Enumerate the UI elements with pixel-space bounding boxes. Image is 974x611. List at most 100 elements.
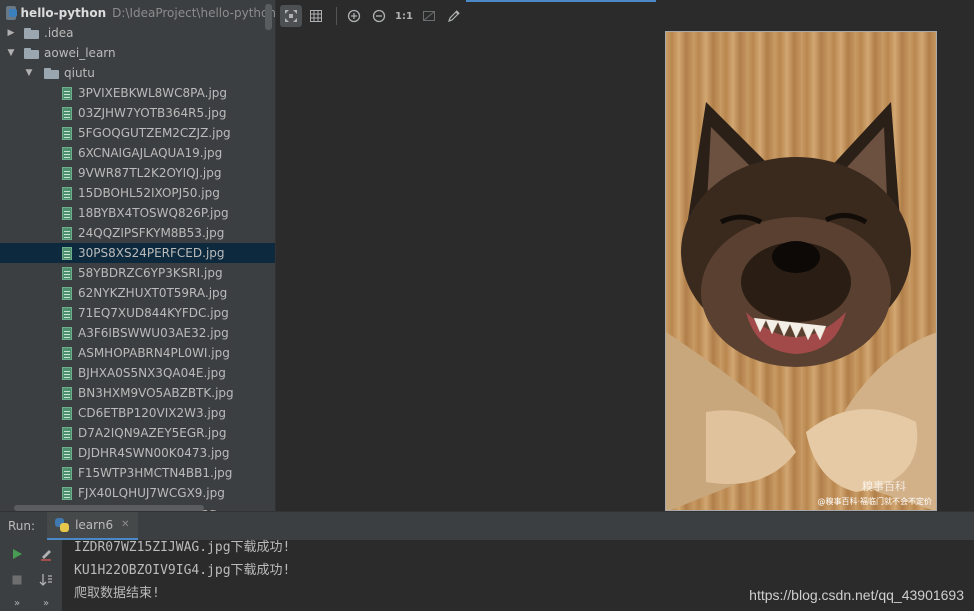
file-tree-item[interactable]: 6XCNAIGAJLAQUA19.jpg [0, 143, 275, 163]
clear-output-button[interactable] [36, 544, 56, 564]
chevron-right-icon[interactable]: ▶ [6, 28, 16, 38]
background-button[interactable] [418, 5, 440, 27]
more-actions-icon[interactable]: » [7, 593, 27, 611]
sort-down-icon [39, 574, 52, 586]
image-file-icon [62, 126, 72, 140]
file-tree-item[interactable]: 3PVIXEBKWL8WC8PA.jpg [0, 83, 275, 103]
project-path: D:\IdeaProject\hello-python [112, 6, 276, 20]
image-file-icon [62, 386, 72, 400]
tree-folder-idea[interactable]: ▶ .idea [0, 23, 275, 43]
folder-icon [24, 27, 39, 39]
project-icon [6, 6, 17, 20]
console-line: IZDR07WZ15ZIJWAG.jpg下载成功! [74, 540, 291, 555]
file-label: 71EQ7XUD844KYFDC.jpg [78, 306, 229, 320]
tree-folder-aowei-learn[interactable]: ▼ aowei_learn [0, 43, 275, 63]
file-label: DJDHR4SWN00K0473.jpg [78, 446, 230, 460]
file-label: 03ZJHW7YOTB364R5.jpg [78, 106, 227, 120]
image-file-icon [62, 446, 72, 460]
image-file-icon [62, 486, 72, 500]
zoom-in-icon [347, 9, 361, 23]
file-label: BJHXA0S5NX3QA04E.jpg [78, 366, 226, 380]
image-file-icon [62, 406, 72, 420]
grid-button[interactable] [305, 5, 327, 27]
file-label: F15WTP3HMCTN4BB1.jpg [78, 466, 233, 480]
vertical-scrollbar[interactable] [265, 4, 272, 30]
console-line: KU1H22OBZOIV9IG4.jpg下载成功! [74, 563, 291, 578]
file-tree-item[interactable]: 9VWR87TL2K2OYIQJ.jpg [0, 163, 275, 183]
file-tree-item[interactable]: ASMHOPABRN4PL0WI.jpg [0, 343, 275, 363]
folder-icon [24, 47, 39, 59]
eyedropper-icon [448, 10, 460, 22]
zoom-out-button[interactable] [368, 5, 390, 27]
project-name: hello-python [20, 6, 107, 20]
file-tree-item[interactable]: 30PS8XS24PERFCED.jpg [0, 243, 275, 263]
chevron-down-icon[interactable]: ▼ [24, 68, 34, 78]
file-tree-item[interactable]: D7A2IQN9AZEY5EGR.jpg [0, 423, 275, 443]
image-file-icon [62, 166, 72, 180]
file-tree-item[interactable]: CD6ETBP120VIX2W3.jpg [0, 403, 275, 423]
image-file-icon [62, 206, 72, 220]
image-file-icon [62, 226, 72, 240]
file-label: 18BYBX4TOSWQ826P.jpg [78, 206, 229, 220]
pencil-icon [41, 550, 51, 561]
image-viewer: 1:1 糗事百科 @糗事百科·福临门就不会不定价 [276, 0, 974, 511]
image-file-icon [62, 346, 72, 360]
file-label: D7A2IQN9AZEY5EGR.jpg [78, 426, 227, 440]
file-tree-item[interactable]: 03ZJHW7YOTB364R5.jpg [0, 103, 275, 123]
file-tree-item[interactable]: FJX40LQHUJ7WCGX9.jpg [0, 483, 275, 503]
file-tree-item[interactable]: BN3HXM9VO5ABZBTK.jpg [0, 383, 275, 403]
file-label: CD6ETBP120VIX2W3.jpg [78, 406, 227, 420]
image-file-icon [62, 326, 72, 340]
file-tree-item[interactable]: 18BYBX4TOSWQ826P.jpg [0, 203, 275, 223]
image-file-icon [62, 106, 72, 120]
stop-icon [12, 575, 22, 585]
file-label: 58YBDRZC6YP3KSRI.jpg [78, 266, 223, 280]
file-tree-item[interactable]: A3F6IBSWWU03AE32.jpg [0, 323, 275, 343]
close-icon[interactable]: ✕ [121, 519, 129, 530]
dog-image [666, 102, 936, 510]
stop-button[interactable] [7, 570, 27, 590]
run-tab-label: learn6 [75, 517, 114, 532]
scroll-to-end-button[interactable] [36, 570, 56, 590]
file-tree-item[interactable]: 15DBOHL52IXOPJ50.jpg [0, 183, 275, 203]
chevron-down-icon[interactable]: ▼ [6, 48, 16, 58]
file-tree-item[interactable]: DJDHR4SWN00K0473.jpg [0, 443, 275, 463]
viewer-toolbar: 1:1 [276, 0, 974, 32]
file-label: BN3HXM9VO5ABZBTK.jpg [78, 386, 234, 400]
file-label: A3F6IBSWWU03AE32.jpg [78, 326, 229, 340]
image-file-icon [62, 266, 72, 280]
actual-size-button[interactable]: 1:1 [393, 5, 415, 27]
file-label: 6XCNAIGAJLAQUA19.jpg [78, 146, 223, 160]
file-tree-item[interactable]: 5FGOQGUTZEM2CZJZ.jpg [0, 123, 275, 143]
file-label: 15DBOHL52IXOPJ50.jpg [78, 186, 220, 200]
file-label: 5FGOQGUTZEM2CZJZ.jpg [78, 126, 231, 140]
toolbar-separator [336, 7, 337, 25]
folder-label: qiutu [64, 66, 95, 80]
tree-folder-qiutu[interactable]: ▼ qiutu [0, 63, 275, 83]
file-label: 3PVIXEBKWL8WC8PA.jpg [78, 86, 228, 100]
ide-window: hello-python D:\IdeaProject\hello-python… [0, 0, 974, 611]
run-label: Run: [8, 519, 36, 533]
image-file-icon [62, 466, 72, 480]
zoom-in-button[interactable] [343, 5, 365, 27]
grid-icon [310, 10, 322, 22]
image-file-icon [62, 426, 72, 440]
file-tree-item[interactable]: 71EQ7XUD844KYFDC.jpg [0, 303, 275, 323]
actual-size-label: 1:1 [395, 10, 413, 22]
image-file-icon [62, 306, 72, 320]
file-label: FJX40LQHUJ7WCGX9.jpg [78, 486, 225, 500]
image-file-icon [62, 366, 72, 380]
file-tree-item[interactable]: 58YBDRZC6YP3KSRI.jpg [0, 263, 275, 283]
file-tree-item[interactable]: 62NYKZHUXT0T59RA.jpg [0, 283, 275, 303]
file-tree-item[interactable]: 24QQZIPSFKYM8B53.jpg [0, 223, 275, 243]
file-tree-item[interactable]: F15WTP3HMCTN4BB1.jpg [0, 463, 275, 483]
color-picker-button[interactable] [443, 5, 465, 27]
rerun-button[interactable] [7, 544, 27, 564]
play-icon [13, 549, 22, 559]
more-actions-icon-2[interactable]: » [36, 593, 56, 611]
file-tree-item[interactable]: BJHXA0S5NX3QA04E.jpg [0, 363, 275, 383]
image-preview: 糗事百科 @糗事百科·福临门就不会不定价 [665, 31, 937, 511]
project-root-node[interactable]: hello-python D:\IdeaProject\hello-python [0, 3, 276, 23]
fit-to-window-button[interactable] [280, 5, 302, 27]
image-file-icon [62, 86, 72, 100]
